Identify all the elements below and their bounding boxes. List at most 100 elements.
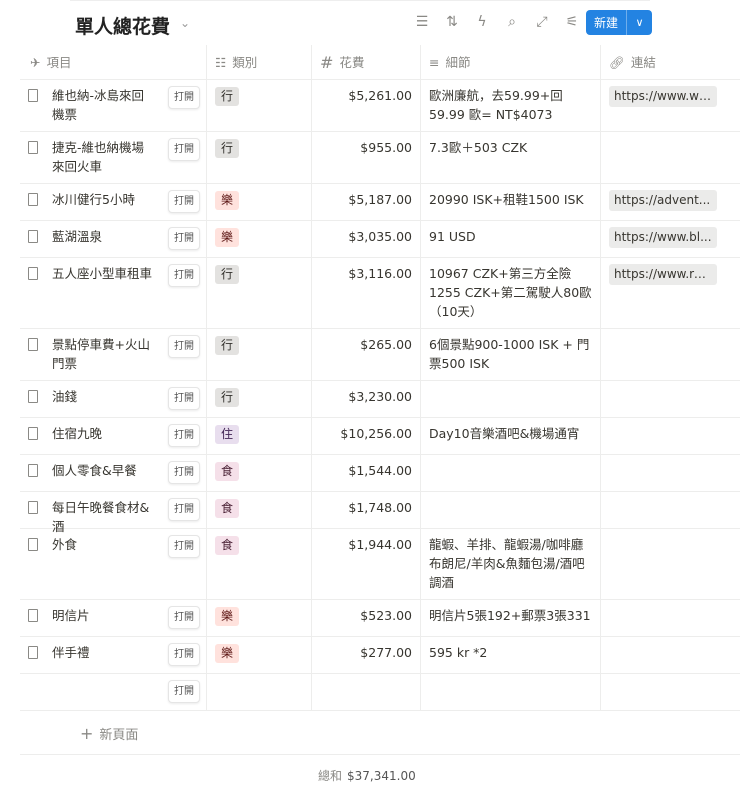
- open-button[interactable]: 打開: [168, 498, 200, 521]
- details-cell[interactable]: [421, 674, 601, 710]
- table-row[interactable]: 捷克-維也納機場來回火車 打開 行 $955.00 7.3歐＋503 CZK: [20, 132, 740, 184]
- table-row[interactable]: 打開: [20, 674, 740, 711]
- settings-icon[interactable]: ⚟: [562, 12, 582, 32]
- item-name[interactable]: 景點停車費+火山門票: [52, 335, 154, 373]
- cost-cell[interactable]: $955.00: [312, 132, 421, 183]
- open-button[interactable]: 打開: [168, 680, 200, 703]
- table-row[interactable]: 油錢 打開 行 $3,230.00: [20, 381, 740, 418]
- category-cell[interactable]: [207, 674, 312, 710]
- category-cell[interactable]: 住: [207, 418, 312, 454]
- details-cell[interactable]: [421, 492, 601, 528]
- item-name[interactable]: 油錢: [52, 387, 154, 406]
- new-page-button[interactable]: + 新頁面: [80, 724, 138, 743]
- details-cell[interactable]: 7.3歐＋503 CZK: [421, 132, 601, 183]
- details-cell[interactable]: 20990 ISK+租鞋1500 ISK: [421, 184, 601, 220]
- cost-cell[interactable]: $523.00: [312, 600, 421, 636]
- open-button[interactable]: 打開: [168, 264, 200, 287]
- link-url[interactable]: https://www.re...: [609, 264, 717, 285]
- table-row[interactable]: 景點停車費+火山門票 打開 行 $265.00 6個景點900-1000 ISK …: [20, 329, 740, 381]
- table-row[interactable]: 維也納-冰島來回機票 打開 行 $5,261.00 歐洲廉航，去59.99+回59…: [20, 80, 740, 132]
- item-cell[interactable]: 住宿九晚 打開: [20, 418, 207, 454]
- link-cell[interactable]: https://www.bl...: [601, 221, 740, 257]
- item-name[interactable]: 外食: [52, 535, 154, 554]
- open-button[interactable]: 打開: [168, 606, 200, 629]
- column-header-item[interactable]: ✈ 項目: [20, 45, 207, 79]
- table-row[interactable]: 伴手禮 打開 樂 $277.00 595 kr *2: [20, 637, 740, 674]
- item-name[interactable]: 捷克-維也納機場來回火車: [52, 138, 154, 176]
- column-header-link[interactable]: 🔗︎ 連結: [601, 45, 740, 79]
- category-cell[interactable]: 行: [207, 329, 312, 380]
- cost-cell[interactable]: $277.00: [312, 637, 421, 673]
- item-name[interactable]: 冰川健行5小時: [52, 190, 154, 209]
- link-url[interactable]: https://www.bl...: [609, 227, 717, 248]
- details-cell[interactable]: 歐洲廉航，去59.99+回59.99 歐= NT$4073: [421, 80, 601, 131]
- open-button[interactable]: 打開: [168, 227, 200, 250]
- details-cell[interactable]: 明信片5張192+郵票3張331: [421, 600, 601, 636]
- lightning-icon[interactable]: ϟ: [472, 12, 492, 32]
- details-cell[interactable]: 6個景點900-1000 ISK + 門票500 ISK: [421, 329, 601, 380]
- column-header-cost[interactable]: # 花費: [312, 45, 421, 79]
- new-button[interactable]: 新建 ∨: [586, 10, 652, 35]
- category-cell[interactable]: 樂: [207, 221, 312, 257]
- category-cell[interactable]: 樂: [207, 637, 312, 673]
- item-cell[interactable]: 藍湖溫泉 打開: [20, 221, 207, 257]
- details-cell[interactable]: Day10音樂酒吧&機場通宵: [421, 418, 601, 454]
- category-cell[interactable]: 食: [207, 455, 312, 491]
- item-name[interactable]: 住宿九晚: [52, 424, 154, 443]
- item-name[interactable]: 明信片: [52, 606, 154, 625]
- item-cell[interactable]: 打開: [20, 674, 207, 710]
- details-cell[interactable]: 10967 CZK+第三方全險1255 CZK+第二駕駛人80歐（10天）: [421, 258, 601, 328]
- link-cell[interactable]: [601, 455, 740, 491]
- category-cell[interactable]: 樂: [207, 600, 312, 636]
- cost-cell[interactable]: $5,187.00: [312, 184, 421, 220]
- link-cell[interactable]: https://www.re...: [601, 258, 740, 328]
- cost-cell[interactable]: $265.00: [312, 329, 421, 380]
- item-name[interactable]: 伴手禮: [52, 643, 154, 662]
- open-button[interactable]: 打開: [168, 643, 200, 666]
- open-button[interactable]: 打開: [168, 461, 200, 484]
- cost-cell[interactable]: $5,261.00: [312, 80, 421, 131]
- open-button[interactable]: 打開: [168, 335, 200, 358]
- table-row[interactable]: 冰川健行5小時 打開 樂 $5,187.00 20990 ISK+租鞋1500 I…: [20, 184, 740, 221]
- open-button[interactable]: 打開: [168, 424, 200, 447]
- link-cell[interactable]: [601, 329, 740, 380]
- page-title[interactable]: 單人總花費: [75, 12, 170, 39]
- table-row[interactable]: 藍湖溫泉 打開 樂 $3,035.00 91 USD https://www.bl…: [20, 221, 740, 258]
- search-icon[interactable]: ⌕: [502, 12, 522, 32]
- open-button[interactable]: 打開: [168, 138, 200, 161]
- table-row[interactable]: 外食 打開 食 $1,944.00 龍蝦、羊排、龍蝦湯/咖啡廳布朗尼/羊肉&魚麵包…: [20, 529, 740, 600]
- details-cell[interactable]: 91 USD: [421, 221, 601, 257]
- details-cell[interactable]: 595 kr *2: [421, 637, 601, 673]
- expand-icon[interactable]: ⤢: [532, 12, 552, 32]
- column-header-details[interactable]: ≡ 細節: [421, 45, 601, 79]
- item-name[interactable]: 個人零食&早餐: [52, 461, 154, 480]
- link-cell[interactable]: [601, 492, 740, 528]
- chevron-down-icon[interactable]: ∨: [627, 16, 652, 29]
- link-cell[interactable]: [601, 674, 740, 710]
- open-button[interactable]: 打開: [168, 86, 200, 109]
- open-button[interactable]: 打開: [168, 190, 200, 213]
- link-cell[interactable]: https://www.wi...: [601, 80, 740, 131]
- item-cell[interactable]: 維也納-冰島來回機票 打開: [20, 80, 207, 131]
- item-cell[interactable]: 伴手禮 打開: [20, 637, 207, 673]
- item-cell[interactable]: 景點停車費+火山門票 打開: [20, 329, 207, 380]
- table-row[interactable]: 個人零食&早餐 打開 食 $1,544.00: [20, 455, 740, 492]
- link-cell[interactable]: [601, 132, 740, 183]
- chevron-down-icon[interactable]: ⌄: [180, 16, 190, 30]
- category-cell[interactable]: 食: [207, 492, 312, 528]
- cost-cell[interactable]: $3,035.00: [312, 221, 421, 257]
- link-cell[interactable]: [601, 600, 740, 636]
- item-name[interactable]: 五人座小型車租車: [52, 264, 154, 283]
- new-button-label[interactable]: 新建: [586, 10, 628, 35]
- details-cell[interactable]: [421, 381, 601, 417]
- table-row[interactable]: 住宿九晚 打開 住 $10,256.00 Day10音樂酒吧&機場通宵: [20, 418, 740, 455]
- item-cell[interactable]: 每日午晚餐食材&酒 打開: [20, 492, 207, 534]
- cost-cell[interactable]: $3,230.00: [312, 381, 421, 417]
- item-name[interactable]: 維也納-冰島來回機票: [52, 86, 154, 124]
- item-name[interactable]: 藍湖溫泉: [52, 227, 154, 246]
- table-row[interactable]: 明信片 打開 樂 $523.00 明信片5張192+郵票3張331: [20, 600, 740, 637]
- category-cell[interactable]: 行: [207, 80, 312, 131]
- sort-icon[interactable]: ⇅: [442, 12, 462, 32]
- table-row[interactable]: 每日午晚餐食材&酒 打開 食 $1,748.00: [20, 492, 740, 534]
- cost-cell[interactable]: $1,944.00: [312, 529, 421, 599]
